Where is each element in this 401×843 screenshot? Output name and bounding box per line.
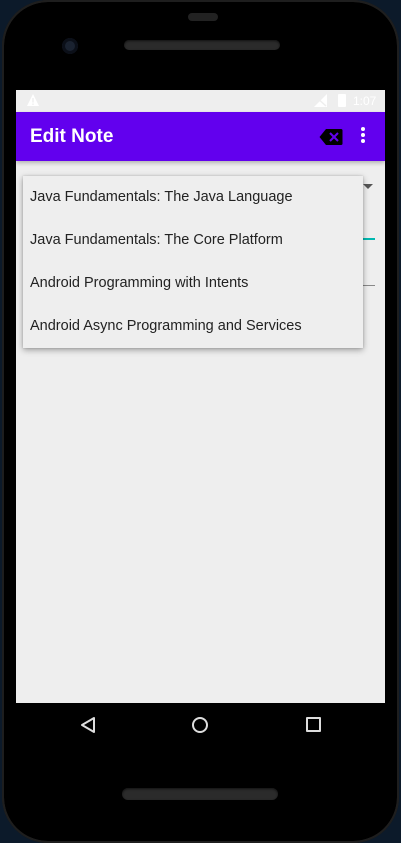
navigation-bar (16, 703, 385, 747)
page-title: Edit Note (30, 126, 114, 147)
status-bar: 1:07 (16, 90, 385, 112)
front-camera (62, 38, 78, 54)
dropdown-item[interactable]: Java Fundamentals: The Java Language (23, 176, 363, 219)
no-signal-icon (314, 94, 327, 107)
bottom-speaker (122, 788, 278, 800)
back-icon[interactable] (80, 716, 96, 734)
device-screen: 1:07 Edit Note Java Fundamentals: The Ja… (16, 90, 385, 703)
more-vert-icon[interactable] (356, 125, 370, 149)
earpiece-speaker (124, 40, 280, 50)
app-bar: Edit Note (16, 112, 385, 161)
home-icon[interactable] (192, 717, 208, 733)
spinner-dropdown-arrow-icon[interactable] (363, 184, 373, 189)
dropdown-item[interactable]: Android Programming with Intents (23, 262, 363, 305)
recents-icon[interactable] (306, 717, 321, 732)
battery-icon (338, 94, 346, 107)
dropdown-item[interactable]: Java Fundamentals: The Core Platform (23, 219, 363, 262)
top-notch (188, 13, 218, 21)
backspace-icon[interactable] (319, 128, 343, 146)
warning-icon (27, 94, 39, 106)
status-time: 1:07 (353, 94, 377, 108)
dropdown-item[interactable]: Android Async Programming and Services (23, 305, 363, 348)
course-dropdown-list: Java Fundamentals: The Java Language Jav… (23, 176, 363, 348)
